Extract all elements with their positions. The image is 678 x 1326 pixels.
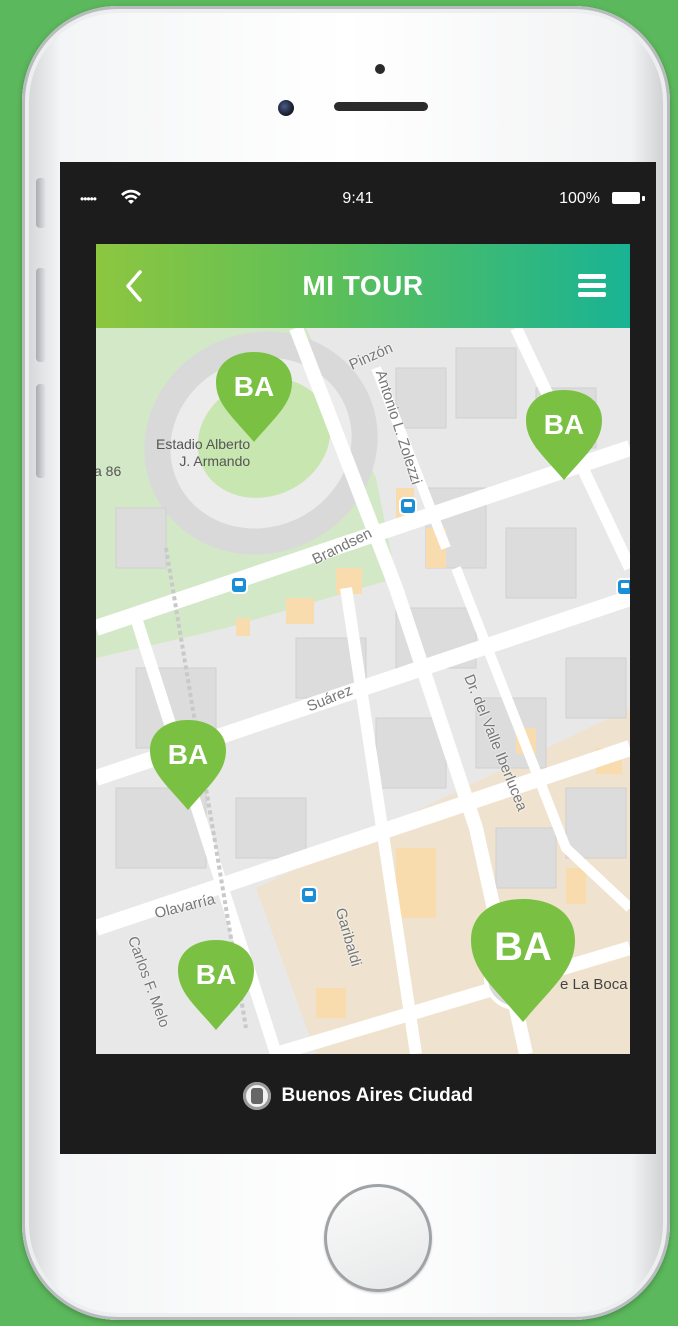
footer-brand: Buenos Aires Ciudad xyxy=(60,1082,656,1132)
proximity-sensor xyxy=(375,64,385,74)
ba-logo-icon: BA xyxy=(168,739,208,770)
brand-name: Buenos Aires Ciudad xyxy=(281,1085,473,1106)
front-camera xyxy=(278,100,294,116)
ba-logo-icon: BA xyxy=(494,925,552,969)
screen: ••••• 9:41 100% MI TOUR Estadio Alberto … xyxy=(60,162,656,1154)
ba-logo-icon: BA xyxy=(544,409,584,440)
menu-button[interactable] xyxy=(578,274,606,298)
page-title: MI TOUR xyxy=(302,270,424,301)
header-bar: MI TOUR xyxy=(96,244,630,328)
place-label-a86: a 86 xyxy=(96,463,122,479)
battery-percent: 100% xyxy=(559,190,600,207)
volume-up-button xyxy=(36,268,46,362)
bus-stop-icon xyxy=(232,578,246,592)
bus-stop-icon xyxy=(401,499,415,513)
map-marker-1[interactable]: BA xyxy=(214,350,294,446)
map-marker-5-selected[interactable]: BA xyxy=(468,896,578,1026)
map-marker-3[interactable]: BA xyxy=(148,718,228,814)
map-view[interactable]: Estadio Alberto J. Armando a 86 e La Boc… xyxy=(96,328,630,1054)
map-marker-2[interactable]: BA xyxy=(524,388,604,484)
map-marker-4[interactable]: BA xyxy=(176,938,256,1034)
app-view: MI TOUR Estadio Alberto J. Armando a 86 … xyxy=(96,244,630,1054)
mute-switch xyxy=(36,178,46,228)
bus-stop-icon xyxy=(302,888,316,902)
ba-logo-icon: BA xyxy=(234,371,274,402)
home-button[interactable] xyxy=(324,1184,432,1292)
ba-logo-icon: BA xyxy=(196,959,236,990)
hamburger-menu-icon xyxy=(578,274,606,279)
city-seal-icon xyxy=(243,1082,272,1110)
bus-stop-icon xyxy=(618,580,630,594)
battery-icon xyxy=(612,192,646,206)
earpiece-speaker xyxy=(334,102,428,111)
volume-down-button xyxy=(36,384,46,478)
status-bar: ••••• 9:41 100% xyxy=(60,162,656,234)
